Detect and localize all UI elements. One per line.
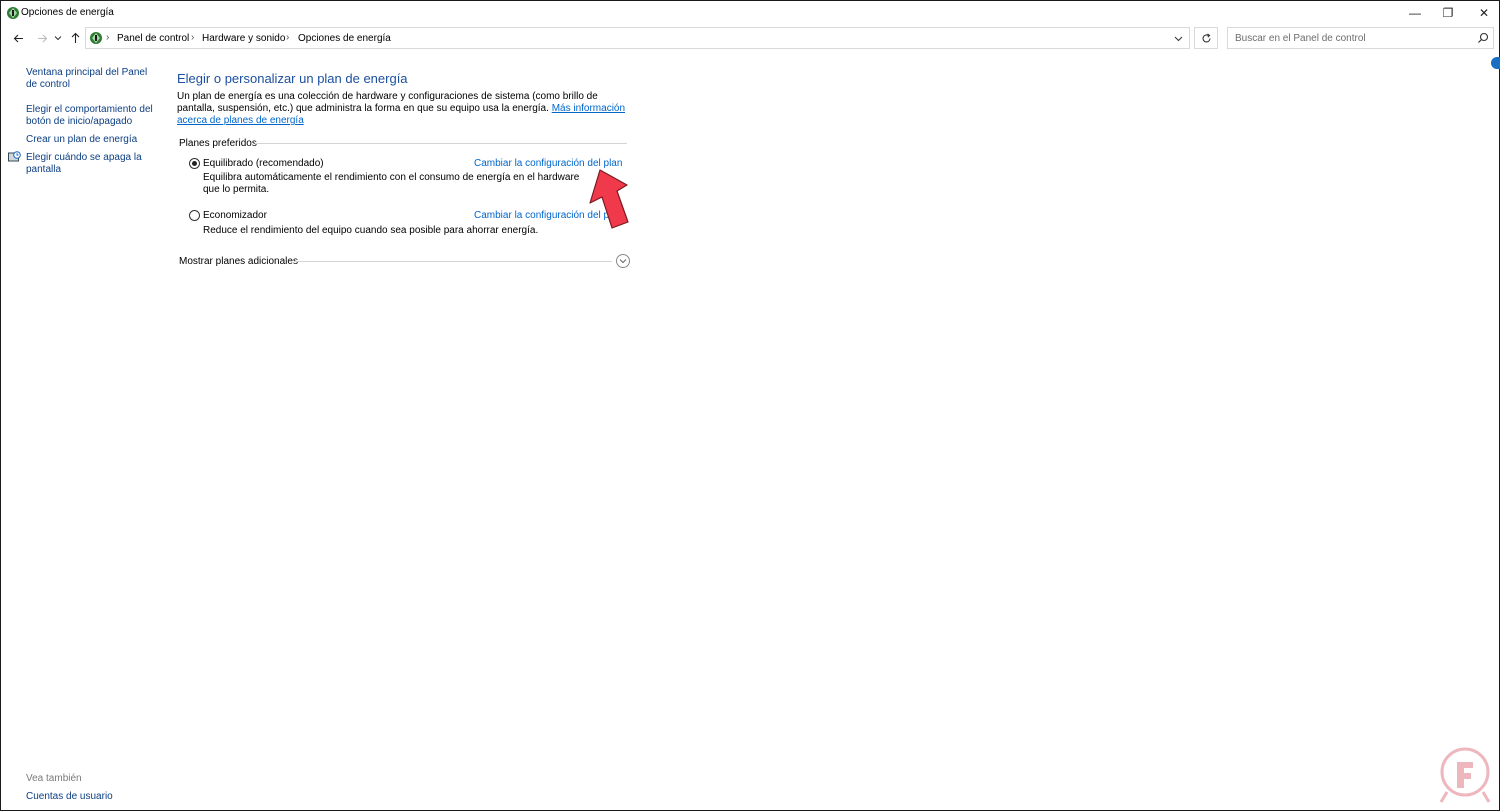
display-timer-icon xyxy=(8,151,21,162)
chevron-down-icon xyxy=(54,36,62,41)
back-button[interactable] xyxy=(11,31,25,45)
page-title: Elegir o personalizar un plan de energía xyxy=(177,71,408,86)
sidebar-item-power-button-behavior[interactable]: Elegir el comportamiento del botón de in… xyxy=(26,104,154,128)
breadcrumb-control-panel[interactable]: Panel de control xyxy=(117,33,189,44)
power-saver-plan-description: Reduce el rendimiento del equipo cuando … xyxy=(203,225,539,236)
see-also-user-accounts-link[interactable]: Cuentas de usuario xyxy=(26,791,113,802)
breadcrumb-separator: › xyxy=(191,32,195,43)
balanced-plan-description: Equilibra automáticamente el rendimiento… xyxy=(203,172,580,195)
refresh-button[interactable] xyxy=(1194,27,1218,49)
breadcrumb-separator: › xyxy=(286,32,290,43)
refresh-icon xyxy=(1201,33,1211,42)
back-arrow-icon xyxy=(13,34,23,42)
search-icon[interactable] xyxy=(1477,32,1489,44)
power-options-window: Opciones de energía — ❐ ✕ › Panel de con… xyxy=(0,0,1500,811)
close-button[interactable]: ✕ xyxy=(1464,1,1500,25)
sidebar-item-control-panel-home[interactable]: Ventana principal del Panel de control xyxy=(26,67,154,91)
power-options-app-icon xyxy=(7,7,19,19)
breadcrumb-separator: › xyxy=(106,32,110,43)
expand-additional-plans-button[interactable] xyxy=(616,254,630,268)
sidebar-item-create-plan[interactable]: Crear un plan de energía xyxy=(26,134,154,146)
balanced-plan-name[interactable]: Equilibrado (recomendado) xyxy=(203,158,324,169)
watermark-logo-icon xyxy=(1439,747,1491,803)
navigation-bar: › Panel de control › Hardware y sonido ›… xyxy=(1,26,1499,50)
maximize-button[interactable]: ❐ xyxy=(1428,1,1468,25)
title-bar: Opciones de energía — ❐ ✕ xyxy=(1,1,1499,25)
window-title: Opciones de energía xyxy=(21,7,114,18)
see-also-heading: Vea también xyxy=(26,773,82,784)
power-saver-plan-radio[interactable] xyxy=(189,210,200,221)
sidebar-item-display-off[interactable]: Elegir cuándo se apaga la pantalla xyxy=(26,152,146,176)
breadcrumb-power-options[interactable]: Opciones de energía xyxy=(298,33,391,44)
annotation-arrow-icon xyxy=(589,169,629,229)
address-dropdown-icon[interactable] xyxy=(1174,35,1183,43)
group-divider xyxy=(255,143,627,144)
preferred-plans-label: Planes preferidos xyxy=(179,138,257,149)
intro-paragraph: Un plan de energía es una colección de h… xyxy=(177,91,632,127)
recent-locations-button[interactable] xyxy=(53,31,63,45)
forward-button[interactable] xyxy=(35,31,49,45)
address-box[interactable]: › Panel de control › Hardware y sonido ›… xyxy=(85,27,1190,49)
breadcrumb-hardware-sound[interactable]: Hardware y sonido xyxy=(202,33,285,44)
intro-text: Un plan de energía es una colección de h… xyxy=(177,91,598,114)
show-additional-plans-label[interactable]: Mostrar planes adicionales xyxy=(179,256,298,267)
help-icon[interactable] xyxy=(1491,57,1500,69)
balanced-plan-radio[interactable] xyxy=(189,158,200,169)
additional-plans-divider xyxy=(294,261,612,262)
search-input[interactable]: Buscar en el Panel de control xyxy=(1227,27,1494,49)
up-button[interactable] xyxy=(68,31,82,45)
control-panel-icon xyxy=(90,32,102,44)
chevron-down-icon xyxy=(619,259,627,264)
search-placeholder: Buscar en el Panel de control xyxy=(1235,33,1366,44)
power-saver-plan-name[interactable]: Economizador xyxy=(203,210,267,221)
up-arrow-icon xyxy=(71,32,79,43)
forward-arrow-icon xyxy=(37,34,47,42)
